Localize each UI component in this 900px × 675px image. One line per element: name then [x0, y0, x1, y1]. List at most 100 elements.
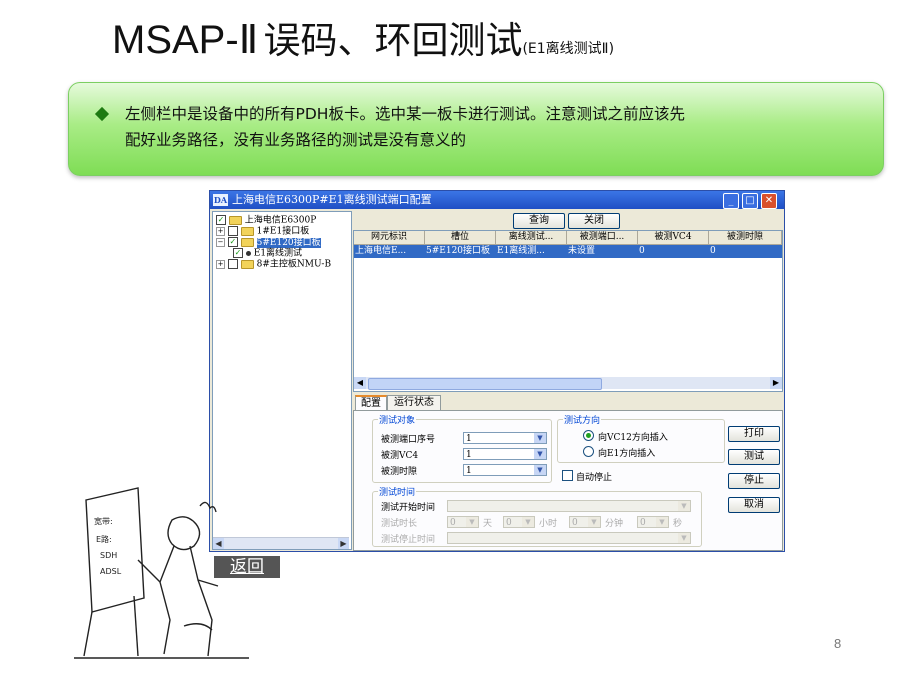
port-label: 被测端口序号 — [381, 435, 436, 445]
print-button[interactable]: 打印 — [728, 426, 780, 442]
test-object-group: 测试对象 被测端口序号 1 ▼ 被测VC4 1 ▼ 被测时隙 1 ▼ — [372, 413, 552, 483]
tree-label: E1离线测试 — [253, 248, 303, 259]
dir-e1-radio[interactable] — [583, 446, 594, 457]
chevron-down-icon[interactable]: ▼ — [678, 501, 690, 511]
chevron-down-icon[interactable]: ▼ — [534, 449, 546, 459]
bullet-dot-icon — [245, 250, 251, 256]
chevron-down-icon[interactable]: ▼ — [588, 517, 600, 527]
window-titlebar[interactable]: DA 上海电信E6300P#E1离线测试端口配置 _ □ ✕ — [210, 191, 784, 209]
window-title: 上海电信E6300P#E1离线测试端口配置 — [232, 193, 432, 206]
duration-day-select[interactable]: 0 ▼ — [447, 516, 479, 528]
auto-stop-checkbox[interactable] — [562, 470, 573, 481]
close-button[interactable]: 关闭 — [568, 213, 620, 229]
tree-label: 8#主控板NMU-B — [256, 259, 332, 270]
dir-e1-label: 向E1方向插入 — [598, 449, 656, 459]
stop-button[interactable]: 停止 — [728, 473, 780, 489]
folder-icon — [240, 259, 254, 269]
close-icon[interactable]: ✕ — [761, 193, 777, 209]
table-cell: E1离线测... — [497, 246, 545, 256]
column-header[interactable]: 被测VC4 — [638, 231, 709, 244]
dir-vc12-radio[interactable] — [583, 430, 594, 441]
tree-item-board[interactable]: + 8#主控板NMU-B — [216, 259, 331, 270]
query-button[interactable]: 查询 — [513, 213, 565, 229]
scroll-right-icon[interactable]: ▶ — [338, 538, 349, 549]
page-number: 8 — [834, 636, 842, 651]
day-unit: 天 — [483, 519, 493, 529]
chevron-down-icon[interactable]: ▼ — [534, 433, 546, 443]
config-panel: 测试对象 被测端口序号 1 ▼ 被测VC4 1 ▼ 被测时隙 1 ▼ 测试方向 向VC… — [353, 410, 783, 551]
tree-checkbox[interactable] — [227, 226, 238, 236]
tree-checkbox[interactable]: ✓ — [233, 248, 243, 258]
table-scrollbar[interactable]: ◀ ▶ — [354, 377, 782, 390]
title-main: MSAP-Ⅱ — [112, 18, 259, 62]
tree-item-board[interactable]: + 1#E1接口板 — [216, 226, 309, 237]
duration-label: 测试时长 — [381, 519, 418, 529]
port-select[interactable]: 1 ▼ — [463, 432, 547, 444]
chevron-down-icon[interactable]: ▼ — [534, 465, 546, 475]
folder-icon — [228, 215, 242, 225]
column-header[interactable]: 网元标识 — [354, 231, 425, 244]
board-line: SDH — [100, 551, 117, 560]
test-button[interactable]: 测试 — [728, 449, 780, 465]
duration-hour-select[interactable]: 0 ▼ — [503, 516, 535, 528]
tree-label: 5#E120接口板 — [256, 237, 321, 248]
tree-item-root[interactable]: ✓ 上海电信E6300P — [216, 215, 316, 226]
collapse-icon[interactable]: − — [216, 237, 225, 247]
table-row[interactable]: 上海电信E... 5#E120接口板 E1离线测... 未设置 0 0 — [354, 245, 782, 258]
dir-vc12-label: 向VC12方向插入 — [598, 433, 668, 443]
note-text: 左侧栏中是设备中的所有PDH板卡。选中某一板卡进行测试。注意测试之前应该先 配好… — [125, 101, 865, 153]
test-direction-group: 测试方向 向VC12方向插入 向E1方向插入 — [557, 413, 725, 463]
expand-icon[interactable]: + — [216, 259, 225, 269]
vc4-select[interactable]: 1 ▼ — [463, 448, 547, 460]
maximize-icon[interactable]: □ — [742, 193, 758, 209]
tree-checkbox[interactable] — [227, 259, 238, 269]
title-chinese: 误码、环回测试 — [263, 19, 523, 62]
scroll-right-icon[interactable]: ▶ — [770, 377, 782, 389]
title-subtitle: (E1离线测试Ⅱ) — [522, 41, 615, 57]
scroll-left-icon[interactable]: ◀ — [354, 377, 366, 389]
start-time-input[interactable]: ▼ — [447, 500, 691, 512]
stop-time-label: 测试停止时间 — [381, 535, 436, 545]
tab-run-status[interactable]: 运行状态 — [387, 395, 441, 410]
table-cell: 0 — [639, 246, 645, 256]
cancel-button[interactable]: 取消 — [728, 497, 780, 513]
slot-select[interactable]: 1 ▼ — [463, 464, 547, 476]
duration-minute-select[interactable]: 0 ▼ — [569, 516, 601, 528]
board-line: E路: — [96, 534, 112, 544]
vc4-label: 被测VC4 — [381, 451, 419, 461]
test-time-group: 测试时间 测试开始时间 ▼ 测试时长 0 ▼ 天 0 ▼ 小时 0 ▼ 分钟 0 ▼ 秒… — [372, 485, 702, 547]
duration-second-select[interactable]: 0 ▼ — [637, 516, 669, 528]
tree-item-board[interactable]: − ✓ 5#E120接口板 — [216, 237, 321, 248]
chevron-down-icon[interactable]: ▼ — [466, 517, 478, 527]
chevron-down-icon[interactable]: ▼ — [522, 517, 534, 527]
stop-time-input[interactable]: ▼ — [447, 532, 691, 544]
toolbar: 查询 关闭 — [353, 211, 781, 231]
minimize-icon[interactable]: _ — [723, 193, 739, 209]
tree-checkbox[interactable]: ✓ — [216, 215, 226, 225]
tree-checkbox[interactable]: ✓ — [227, 237, 238, 247]
tab-bar: 配置 运行状态 — [353, 395, 781, 412]
table-cell: 未设置 — [568, 246, 596, 256]
column-header[interactable]: 被测时隙 — [709, 231, 782, 244]
group-label: 测试时间 — [378, 485, 417, 498]
chevron-down-icon[interactable]: ▼ — [656, 517, 668, 527]
config-window: DA 上海电信E6300P#E1离线测试端口配置 _ □ ✕ ✓ 上海电信E63… — [209, 190, 785, 552]
table-cell: 0 — [710, 246, 716, 256]
expand-icon[interactable]: + — [216, 226, 225, 236]
minute-unit: 分钟 — [605, 519, 624, 529]
board-line: ADSL — [100, 567, 122, 576]
back-link[interactable]: 返回 — [214, 556, 280, 578]
scroll-thumb[interactable] — [368, 378, 602, 390]
column-header[interactable]: 被测端口... — [567, 231, 638, 244]
bullet-diamond-icon — [94, 106, 110, 122]
start-time-label: 测试开始时间 — [381, 503, 436, 513]
tree-item-test[interactable]: ✓ E1离线测试 — [233, 248, 302, 259]
chevron-down-icon[interactable]: ▼ — [678, 533, 690, 543]
group-label: 测试对象 — [378, 413, 417, 426]
tree-label: 1#E1接口板 — [256, 226, 310, 237]
app-icon: DA — [213, 194, 228, 206]
column-header[interactable]: 槽位 — [425, 231, 496, 244]
folder-icon — [240, 237, 254, 247]
column-header[interactable]: 离线测试... — [496, 231, 567, 244]
slot-label: 被测时隙 — [381, 467, 418, 477]
